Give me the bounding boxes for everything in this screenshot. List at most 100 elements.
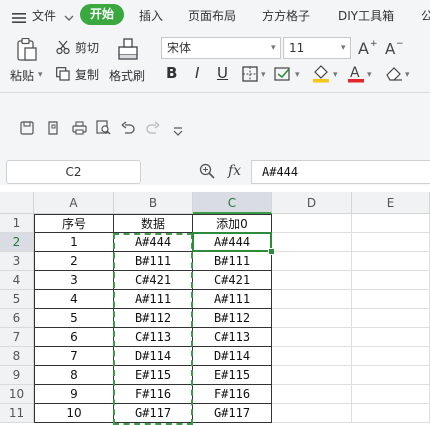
menu-icon[interactable] bbox=[12, 9, 26, 28]
cell-e1[interactable] bbox=[352, 214, 430, 233]
font-name-select[interactable]: 宋体 bbox=[161, 37, 281, 59]
copy-button[interactable]: 复制 bbox=[75, 66, 99, 83]
bold-button[interactable]: B bbox=[166, 64, 177, 82]
cell-b4[interactable]: C#421 bbox=[114, 271, 193, 290]
cell-c8[interactable]: D#114 bbox=[193, 347, 272, 366]
underline-button[interactable]: U bbox=[217, 64, 228, 82]
cell-e11[interactable] bbox=[352, 404, 430, 423]
cell-e8[interactable] bbox=[352, 347, 430, 366]
paste-dropdown-icon[interactable]: ▾ bbox=[38, 70, 43, 80]
cell-a7[interactable]: 6 bbox=[34, 328, 114, 347]
cell-b6[interactable]: B#112 bbox=[114, 309, 193, 328]
cell-b5[interactable]: A#111 bbox=[114, 290, 193, 309]
cell-b8[interactable]: D#114 bbox=[114, 347, 193, 366]
fill-color-icon[interactable] bbox=[312, 63, 330, 87]
cell-b9[interactable]: E#115 bbox=[114, 366, 193, 385]
cell-a6[interactable]: 5 bbox=[34, 309, 114, 328]
increase-font-icon[interactable]: A + bbox=[358, 38, 378, 60]
cell-b10[interactable]: F#116 bbox=[114, 385, 193, 404]
save-icon[interactable] bbox=[20, 120, 34, 139]
cell-style-dropdown-icon[interactable]: ▾ bbox=[295, 70, 300, 80]
row-header-1[interactable]: 1 bbox=[0, 214, 34, 233]
cell-c3[interactable]: B#111 bbox=[193, 252, 272, 271]
cell-d7[interactable] bbox=[272, 328, 352, 347]
cell-c4[interactable]: C#421 bbox=[193, 271, 272, 290]
tab-formula[interactable]: 公 bbox=[421, 7, 430, 24]
cell-c6[interactable]: B#112 bbox=[193, 309, 272, 328]
cell-a8[interactable]: 7 bbox=[34, 347, 114, 366]
column-header-a[interactable]: A bbox=[34, 192, 114, 214]
select-all-corner[interactable] bbox=[0, 192, 34, 214]
cell-e4[interactable] bbox=[352, 271, 430, 290]
cell-b3[interactable]: B#111 bbox=[114, 252, 193, 271]
format-painter-icon[interactable] bbox=[118, 38, 138, 64]
cell-e10[interactable] bbox=[352, 385, 430, 404]
cell-d2[interactable] bbox=[272, 233, 352, 252]
row-header-9[interactable]: 9 bbox=[0, 366, 34, 385]
cell-d5[interactable] bbox=[272, 290, 352, 309]
cell-d1[interactable] bbox=[272, 214, 352, 233]
tab-insert[interactable]: 插入 bbox=[139, 7, 163, 24]
cell-e7[interactable] bbox=[352, 328, 430, 347]
cell-b2[interactable]: A#444 bbox=[114, 233, 193, 252]
cell-a9[interactable]: 8 bbox=[34, 366, 114, 385]
cell-d11[interactable] bbox=[272, 404, 352, 423]
cell-a5[interactable]: 4 bbox=[34, 290, 114, 309]
tab-page-layout[interactable]: 页面布局 bbox=[188, 7, 236, 24]
row-header-5[interactable]: 5 bbox=[0, 290, 34, 309]
cell-a2[interactable]: 1 bbox=[34, 233, 114, 252]
cell-c7[interactable]: C#113 bbox=[193, 328, 272, 347]
cut-icon[interactable] bbox=[56, 39, 70, 58]
cell-a10[interactable]: 9 bbox=[34, 385, 114, 404]
eraser-dropdown-icon[interactable]: ▾ bbox=[405, 70, 410, 80]
cell-c1[interactable]: 添加0 bbox=[193, 214, 272, 233]
cell-e6[interactable] bbox=[352, 309, 430, 328]
row-header-7[interactable]: 7 bbox=[0, 328, 34, 347]
menu-file[interactable]: 文件 bbox=[32, 7, 56, 24]
eraser-icon[interactable] bbox=[385, 65, 403, 85]
customize-toolbar-icon[interactable] bbox=[173, 122, 183, 141]
cell-c11[interactable]: G#117 bbox=[193, 404, 272, 423]
decrease-font-icon[interactable]: A − bbox=[385, 38, 405, 60]
name-box[interactable]: C2 bbox=[6, 160, 141, 184]
row-header-2[interactable]: 2 bbox=[0, 233, 34, 252]
cell-e3[interactable] bbox=[352, 252, 430, 271]
column-header-d[interactable]: D bbox=[272, 192, 352, 214]
cell-e2[interactable] bbox=[352, 233, 430, 252]
fill-handle[interactable] bbox=[268, 248, 275, 255]
print-preview-icon[interactable] bbox=[96, 120, 111, 139]
zoom-icon[interactable] bbox=[199, 163, 215, 183]
column-header-c[interactable]: C bbox=[193, 192, 272, 214]
row-header-10[interactable]: 10 bbox=[0, 385, 34, 404]
cell-a3[interactable]: 2 bbox=[34, 252, 114, 271]
cell-e5[interactable] bbox=[352, 290, 430, 309]
row-header-6[interactable]: 6 bbox=[0, 309, 34, 328]
cell-e9[interactable] bbox=[352, 366, 430, 385]
print-icon[interactable] bbox=[72, 120, 87, 139]
row-header-3[interactable]: 3 bbox=[0, 252, 34, 271]
format-painter-button[interactable]: 格式刷 bbox=[109, 67, 145, 84]
tab-diy-toolbox[interactable]: DIY工具箱 bbox=[338, 7, 394, 24]
fill-color-dropdown-icon[interactable]: ▾ bbox=[333, 70, 338, 80]
cell-c5[interactable]: A#111 bbox=[193, 290, 272, 309]
italic-button[interactable]: I bbox=[195, 64, 199, 82]
formula-input[interactable]: A#444 bbox=[251, 160, 430, 184]
chevron-down-icon[interactable] bbox=[64, 8, 74, 27]
font-name-dropdown-icon[interactable]: ▾ bbox=[271, 43, 276, 53]
row-header-4[interactable]: 4 bbox=[0, 271, 34, 290]
cell-d4[interactable] bbox=[272, 271, 352, 290]
tab-home[interactable]: 开始 bbox=[80, 4, 124, 25]
border-dropdown-icon[interactable]: ▾ bbox=[261, 70, 266, 80]
font-color-dropdown-icon[interactable]: ▾ bbox=[367, 70, 372, 80]
cell-style-icon[interactable] bbox=[274, 66, 292, 86]
row-header-8[interactable]: 8 bbox=[0, 347, 34, 366]
cell-d6[interactable] bbox=[272, 309, 352, 328]
redo-icon[interactable] bbox=[146, 120, 160, 139]
export-icon[interactable] bbox=[46, 120, 60, 139]
font-size-dropdown-icon[interactable]: ▾ bbox=[341, 43, 346, 53]
cell-b1[interactable]: 数据 bbox=[114, 214, 193, 233]
cell-c10[interactable]: F#116 bbox=[193, 385, 272, 404]
paste-button[interactable]: 粘贴 bbox=[10, 67, 34, 84]
insert-function-button[interactable]: fx bbox=[228, 163, 241, 179]
tab-fangfang[interactable]: 方方格子 bbox=[262, 7, 310, 24]
